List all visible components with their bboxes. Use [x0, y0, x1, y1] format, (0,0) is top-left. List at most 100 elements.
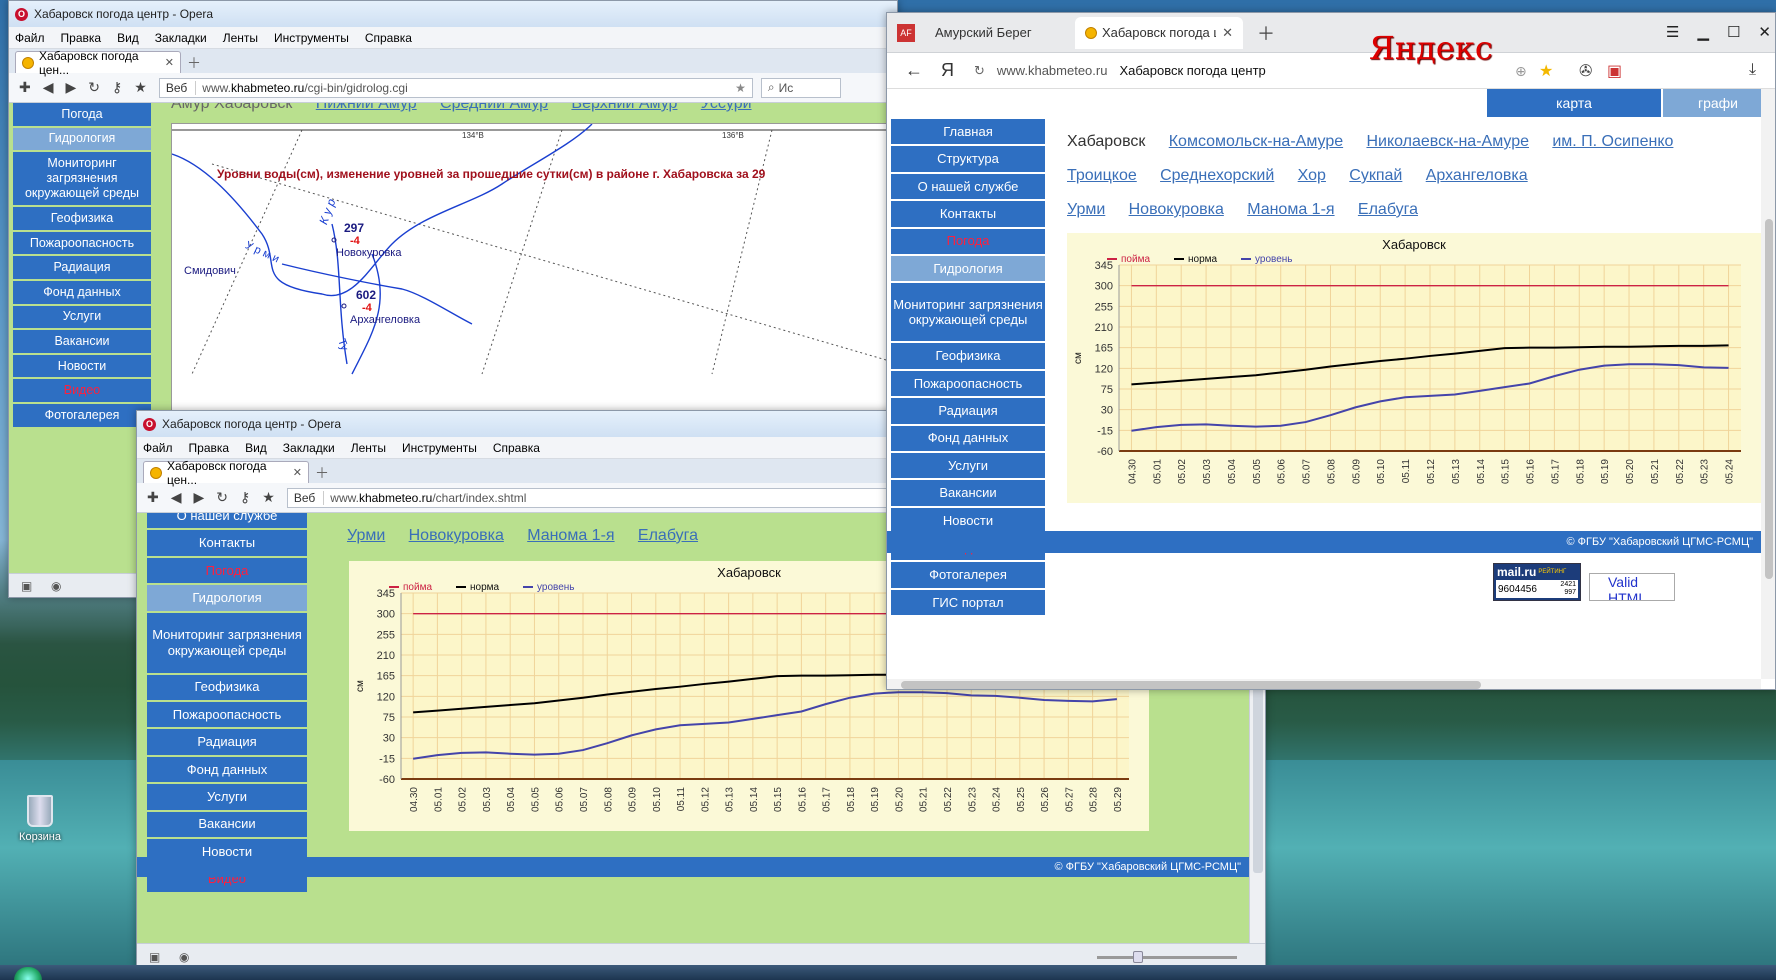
sidebar-item[interactable]: Пожароопасность — [13, 231, 151, 257]
sidebar-item[interactable]: Фонд данных — [13, 280, 151, 306]
zoom-slider[interactable] — [1097, 951, 1237, 963]
link-middle-amur[interactable]: Средний Амур — [440, 103, 548, 112]
link-sukpai[interactable]: Сукпай — [1349, 167, 1402, 184]
sidebar-item[interactable]: Погода — [147, 557, 307, 586]
sidebar-item[interactable]: Фонд данных — [147, 756, 307, 785]
downloads-icon[interactable]: ⤓ — [1749, 61, 1756, 79]
sidebar-item[interactable]: Пожароопасность — [147, 701, 307, 730]
link-nikolaevsk[interactable]: Николаевск-на-Амуре — [1366, 133, 1529, 150]
sidebar-item[interactable]: Радиация — [147, 729, 307, 757]
mailru-counter[interactable]: mail.ru РЕЙТИНГ 9604456 2421 997 — [1493, 563, 1581, 601]
panel-toggle-icon[interactable]: ✚ — [147, 489, 159, 506]
new-tab-button[interactable]: ＋ — [1257, 20, 1275, 46]
key-icon[interactable]: ⚷ — [112, 79, 122, 96]
scrollbar-thumb[interactable] — [1253, 673, 1263, 873]
top-button-map[interactable]: карта — [1487, 89, 1661, 117]
menu-edit[interactable]: Правка — [189, 441, 230, 455]
sidebar-item[interactable]: Вакансии — [13, 330, 151, 355]
search-box[interactable]: ⌕ Ис — [760, 77, 841, 98]
new-tab-button[interactable]: ＋ — [315, 463, 329, 483]
sidebar-item[interactable]: Пожароопасность — [891, 370, 1045, 399]
tab-khabmeteo[interactable]: Хабаровск погода центр ✕ — [1075, 16, 1243, 49]
link-urmi[interactable]: Урми — [347, 527, 385, 544]
link-lower-amur[interactable]: Нижний Амур — [316, 103, 417, 112]
protect-icon[interactable]: ⊕ — [1515, 63, 1527, 80]
link-ussuri[interactable]: Уссури — [701, 103, 752, 112]
speed-dial-icon[interactable]: ◉ — [179, 950, 189, 964]
forward-icon[interactable]: ▶ — [194, 489, 205, 506]
minimize-icon[interactable]: ▁ — [1697, 23, 1709, 41]
panel-icon[interactable]: ▣ — [149, 950, 160, 964]
menu-tools[interactable]: Инструменты — [402, 441, 477, 455]
menu-tools[interactable]: Инструменты — [274, 31, 349, 45]
address-bar[interactable]: Веб www. khabmeteo.ru/cgi-bin/gidrolog.cg… — [158, 77, 753, 98]
zoom-slider-handle[interactable] — [1133, 951, 1143, 963]
sidebar-item[interactable]: Фонд данных — [891, 425, 1045, 453]
sidebar-item[interactable]: Контакты — [891, 201, 1045, 229]
tab-close-icon[interactable]: ✕ — [165, 56, 174, 69]
sidebar-item[interactable]: Гидрология — [147, 585, 307, 613]
reload-icon[interactable]: ↻ — [88, 79, 100, 96]
sidebar-item[interactable]: Гидрология — [891, 255, 1045, 284]
back-icon[interactable]: ◀ — [43, 79, 54, 96]
tab-close-icon[interactable]: ✕ — [293, 466, 302, 479]
sidebar-item[interactable]: Услуги — [891, 452, 1045, 481]
address-bar[interactable]: Веб www. khabmeteo.ru/chart/index.shtml — [286, 487, 927, 508]
sidebar-item[interactable]: Контакты — [147, 530, 307, 558]
link-osipenko[interactable]: им. П. Осипенко — [1552, 133, 1673, 150]
link-srednekhorsky[interactable]: Среднехорский — [1160, 167, 1274, 184]
link-urmi[interactable]: Урми — [1067, 201, 1105, 218]
sidebar-item[interactable]: Погода — [13, 103, 151, 128]
link-novokurovka[interactable]: Новокуровка — [1129, 201, 1224, 218]
hscroll-thumb[interactable] — [901, 681, 1481, 689]
link-manoma[interactable]: Манома 1-я — [1247, 201, 1334, 218]
menu-feeds[interactable]: Ленты — [223, 31, 258, 45]
sidebar-item[interactable]: О нашей службе — [147, 513, 307, 531]
panel-icon[interactable]: ▣ — [21, 579, 32, 593]
reload-icon[interactable]: ↻ — [216, 489, 228, 506]
back-icon[interactable]: ← — [905, 60, 923, 81]
bookmark-star-icon[interactable]: ★ — [262, 489, 275, 506]
bookmark-star-icon[interactable]: ★ — [134, 79, 147, 96]
sidebar-item[interactable]: Радиация — [891, 398, 1045, 426]
menu-feeds[interactable]: Ленты — [351, 441, 386, 455]
menu-view[interactable]: Вид — [245, 441, 267, 455]
sidebar-item[interactable]: О нашей службе — [891, 173, 1045, 202]
back-icon[interactable]: ◀ — [171, 489, 182, 506]
extensions-icon[interactable]: ✇ — [1579, 61, 1592, 81]
sidebar-item[interactable]: Погода — [891, 228, 1045, 256]
tab-khabmeteo[interactable]: Хабаровск погода цен... ✕ — [15, 49, 181, 77]
sidebar-item[interactable]: Радиация — [13, 256, 151, 281]
link-khor[interactable]: Хор — [1298, 167, 1326, 184]
sidebar-item[interactable]: Геофизика — [147, 674, 307, 702]
link-amur-khabarovsk[interactable]: Амур Хабаровск — [171, 103, 292, 112]
sidebar-item[interactable]: Услуги — [13, 305, 151, 331]
top-button-graph[interactable]: графи — [1663, 89, 1761, 117]
link-khabarovsk[interactable]: Хабаровск — [1067, 133, 1145, 150]
link-komsomolsk[interactable]: Комсомольск-на-Амуре — [1169, 133, 1343, 150]
menu-file[interactable]: Файл — [15, 31, 45, 45]
desktop-recycle-bin[interactable]: Корзина — [10, 795, 70, 843]
tab-close-icon[interactable]: ✕ — [1222, 25, 1233, 41]
menu-bookmarks[interactable]: Закладки — [155, 31, 207, 45]
sidebar-item[interactable]: Вакансии — [891, 480, 1045, 508]
link-novokurovka[interactable]: Новокуровка — [409, 527, 504, 544]
sidebar-item[interactable]: Геофизика — [13, 207, 151, 232]
sidebar-item[interactable]: Мониторинг загрязнения окружающей среды — [147, 612, 307, 675]
sidebar-item[interactable]: Фотогалерея — [13, 403, 151, 429]
tab-khabmeteo[interactable]: Хабаровск погода цен... ✕ — [143, 459, 309, 487]
sidebar-item[interactable]: Геофизика — [891, 343, 1045, 371]
new-tab-button[interactable]: ＋ — [187, 53, 201, 73]
menu-help[interactable]: Справка — [365, 31, 412, 45]
close-window-icon[interactable]: ✕ — [1758, 23, 1771, 41]
yandex-y-icon[interactable]: Я — [941, 60, 954, 81]
sidebar-item[interactable]: Услуги — [147, 784, 307, 812]
window-titlebar[interactable]: O Хабаровск погода центр - Opera — [9, 1, 897, 27]
vertical-scrollbar[interactable] — [1761, 89, 1775, 679]
menu-bookmarks[interactable]: Закладки — [283, 441, 335, 455]
link-arkhangelovka[interactable]: Архангеловка — [1426, 167, 1528, 184]
forward-icon[interactable]: ▶ — [66, 79, 77, 96]
sidebar-item[interactable]: Главная — [891, 119, 1045, 147]
reload-icon[interactable]: ↻ — [974, 63, 985, 79]
panel-toggle-icon[interactable]: ✚ — [19, 79, 31, 96]
